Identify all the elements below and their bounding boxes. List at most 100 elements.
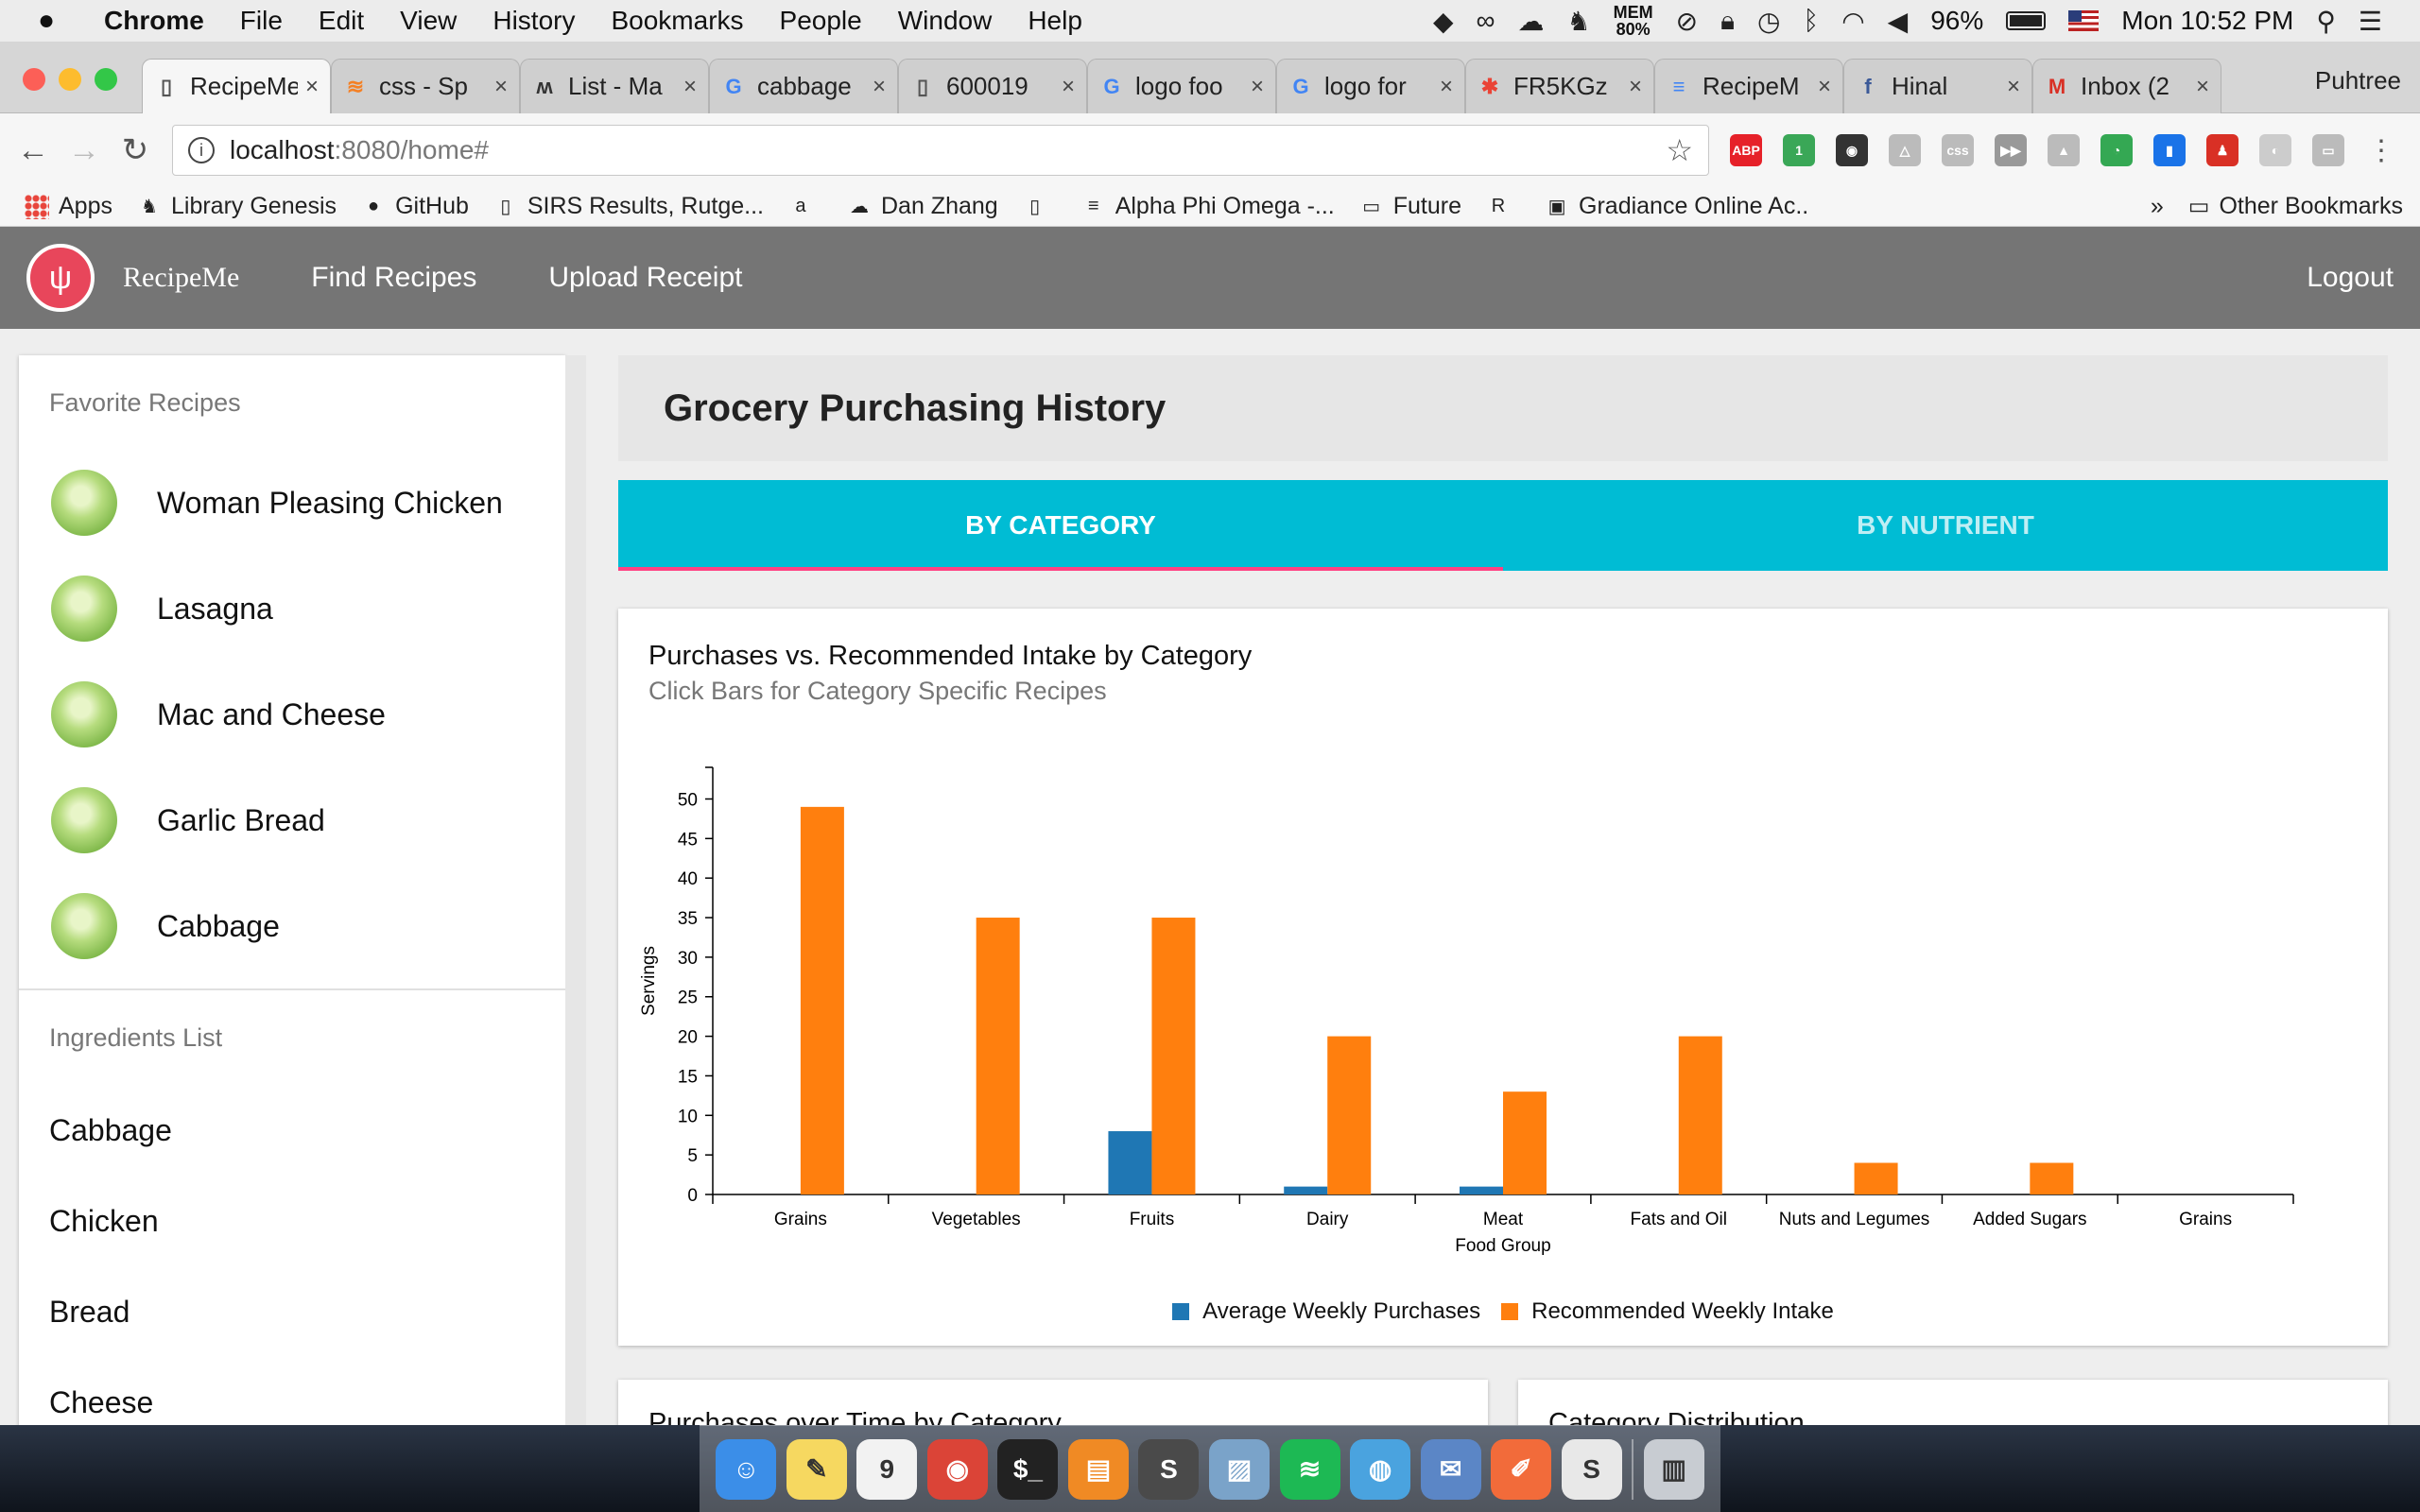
bookmark-star-icon[interactable]: ☆ [1666, 132, 1693, 168]
volume-icon[interactable]: ◀︎ [1888, 6, 1909, 37]
bar-purchases[interactable] [1108, 1131, 1152, 1194]
dock-pencil-icon[interactable]: ✐ [1491, 1438, 1552, 1500]
dock-sublime-icon[interactable]: S [1138, 1438, 1200, 1500]
bookmark-item[interactable]: ▯ SIRS Results, Rutge... [493, 193, 764, 220]
ingredient-item[interactable]: Bread [19, 1266, 565, 1357]
clock[interactable]: Mon 10:52 PM [2121, 6, 2293, 36]
chrome-menu-icon[interactable]: ⋮ [2367, 134, 2395, 167]
dock-finder-icon[interactable]: ☺ [716, 1438, 777, 1500]
tab-close-icon[interactable]: × [2196, 74, 2209, 100]
menu-view[interactable]: View [400, 6, 457, 36]
spotlight-search-icon[interactable]: ⚲ [2316, 6, 2336, 37]
extension-icon[interactable]: css [1942, 134, 1974, 166]
dock-notes-icon[interactable]: ✎ [786, 1438, 847, 1500]
menu-bookmarks[interactable]: Bookmarks [611, 6, 743, 36]
bar-recommended[interactable] [976, 918, 1020, 1194]
tab-close-icon[interactable]: × [1440, 74, 1453, 100]
menu-app-name[interactable]: Chrome [104, 6, 204, 36]
extension-icon[interactable]: ◐ [2259, 134, 2291, 166]
extension-icon[interactable]: ▲ [2048, 134, 2080, 166]
tab-close-icon[interactable]: × [1629, 74, 1642, 100]
browser-tab[interactable]: M Inbox (2 × [2032, 59, 2221, 113]
dock-ibooks-icon[interactable]: ▤ [1067, 1438, 1129, 1500]
evernote-icon[interactable]: ♞ [1567, 6, 1591, 37]
dock-sequel-icon[interactable]: ◍ [1350, 1438, 1411, 1500]
dock-spotify-icon[interactable]: ≋ [1279, 1438, 1340, 1500]
tab-close-icon[interactable]: × [1818, 74, 1831, 100]
browser-tab[interactable]: Glogo foo × [1087, 59, 1276, 113]
notification-center-icon[interactable]: ☰ [2359, 6, 2382, 37]
favorite-recipe-item[interactable]: Cabbage [19, 873, 565, 979]
extension-icon[interactable]: ABP [1730, 134, 1762, 166]
ingredient-item[interactable]: Cheese [19, 1357, 565, 1425]
bar-recommended[interactable] [2030, 1162, 2074, 1194]
favorite-recipe-item[interactable]: Woman Pleasing Chicken [19, 450, 565, 556]
dock-terminal-icon[interactable]: $_ [997, 1438, 1059, 1500]
recipeme-logo[interactable]: ψ [26, 244, 95, 312]
favorite-recipe-item[interactable]: Mac and Cheese [19, 662, 565, 767]
bookmark-item[interactable]: ≡ Alpha Phi Omega -... [1081, 193, 1335, 220]
tab-close-icon[interactable]: × [494, 74, 508, 100]
tab-by-category[interactable]: BY CATEGORY [618, 480, 1503, 571]
extension-icon[interactable]: ▭ [2312, 134, 2344, 166]
dock-calendar-icon[interactable]: 9 [856, 1438, 918, 1500]
dock-chrome-icon[interactable]: ◉ [926, 1438, 988, 1500]
bar-purchases[interactable] [1460, 1186, 1503, 1194]
tab-close-icon[interactable]: × [683, 74, 697, 100]
profile-name[interactable]: Puhtree [2315, 66, 2401, 95]
bookmark-item[interactable]: R [1486, 195, 1520, 219]
tab-close-icon[interactable]: × [1062, 74, 1075, 100]
bar-recommended[interactable] [1327, 1036, 1372, 1194]
bar-recommended[interactable] [1678, 1036, 1722, 1194]
favorite-recipe-item[interactable]: Garlic Bread [19, 767, 565, 873]
menu-window[interactable]: Window [898, 6, 993, 36]
tab-close-icon[interactable]: × [873, 74, 886, 100]
bookmark-item[interactable]: ☁ Dan Zhang [847, 193, 998, 220]
bluetooth-icon[interactable]: ᛒ [1803, 6, 1819, 36]
browser-tab[interactable]: ʍ List - Ma × [520, 59, 709, 113]
browser-tab[interactable]: f Hinal × [1843, 59, 2032, 113]
menu-history[interactable]: History [493, 6, 575, 36]
battery-percent[interactable]: 96% [1930, 6, 1983, 36]
browser-tab[interactable]: Gcabbage × [709, 59, 898, 113]
zoom-window-button[interactable] [95, 68, 117, 91]
dock-trash-icon[interactable]: ▥ [1643, 1438, 1704, 1500]
nav-upload-receipt[interactable]: Upload Receipt [548, 262, 742, 294]
tab-close-icon[interactable]: × [1251, 74, 1264, 100]
bookmark-item[interactable]: ▭ Future [1359, 193, 1461, 220]
forward-arrow-icon[interactable]: → [59, 132, 110, 169]
bookmark-item[interactable]: ● GitHub [361, 193, 469, 220]
bar-purchases[interactable] [1284, 1186, 1328, 1194]
menu-help[interactable]: Help [1028, 6, 1082, 36]
reload-icon[interactable]: ↻ [110, 131, 161, 169]
menu-people[interactable]: People [780, 6, 862, 36]
bookmark-item[interactable]: a [788, 195, 822, 219]
menu-file[interactable]: File [240, 6, 283, 36]
sidebar-scroll-track[interactable] [565, 355, 586, 1425]
glasses-icon[interactable]: ∞ [1477, 6, 1495, 36]
us-flag-icon[interactable] [2068, 10, 2100, 31]
extension-icon[interactable]: ♟ [2206, 134, 2238, 166]
circle-slash-icon[interactable]: ⊘ [1676, 6, 1698, 37]
ingredient-item[interactable]: Chicken [19, 1176, 565, 1266]
extension-icon[interactable]: ◉ [1836, 134, 1868, 166]
dock-mail-icon[interactable]: ✉ [1420, 1438, 1481, 1500]
browser-tab[interactable]: ≋ css - Sp × [331, 59, 520, 113]
address-bar[interactable]: i localhost:8080/home# ☆ [172, 125, 1709, 176]
minimize-window-button[interactable] [59, 68, 81, 91]
tab-by-nutrient[interactable]: BY NUTRIENT [1503, 480, 2388, 571]
extension-icon[interactable]: ◔ [2100, 134, 2133, 166]
browser-tab[interactable]: ✱ FR5KGz × [1465, 59, 1654, 113]
extension-icon[interactable]: 1 [1783, 134, 1815, 166]
bar-recommended[interactable] [1151, 918, 1196, 1194]
dock-preview-icon[interactable]: ▨ [1208, 1438, 1270, 1500]
back-arrow-icon[interactable]: ← [8, 132, 59, 169]
bookmark-item[interactable]: ▣ Gradiance Online Ac.. [1545, 193, 1809, 220]
tab-close-icon[interactable]: × [305, 74, 319, 100]
tab-close-icon[interactable]: × [2007, 74, 2020, 100]
bar-recommended[interactable] [1503, 1091, 1547, 1194]
battery-icon[interactable] [2006, 11, 2047, 30]
time-machine-icon[interactable]: ◷ [1757, 6, 1780, 37]
lock-icon[interactable]: 🔒︎ [1720, 6, 1735, 37]
bookmarks-overflow-icon[interactable]: » [2151, 193, 2164, 220]
